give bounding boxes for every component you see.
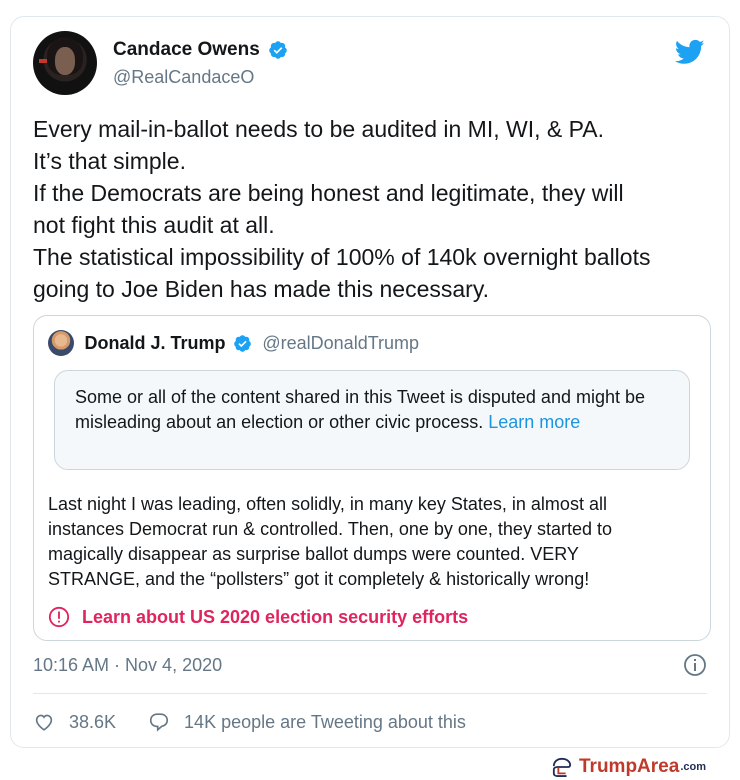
author-avatar[interactable] (33, 31, 97, 95)
conversation-count[interactable]: 14K people are Tweeting about this (184, 712, 466, 733)
quoted-tweet-line: instances Democrat run & controlled. The… (48, 519, 612, 539)
quoted-author-handle: @realDonaldTrump (262, 332, 420, 353)
reply-bubble-icon[interactable] (148, 711, 170, 733)
tweet-body: Every mail-in-ballot needs to be audited… (33, 113, 713, 305)
tweet-card: Candace Owens @RealCandaceO Every mail-i… (10, 16, 730, 748)
quoted-author-avatar (48, 330, 74, 356)
disputed-content-notice: Some or all of the content shared in thi… (54, 370, 690, 470)
tweet-actions: 38.6K 14K people are Tweeting about this (33, 707, 466, 737)
tweet-header: Candace Owens @RealCandaceO (33, 31, 707, 101)
verified-badge-icon (234, 334, 251, 352)
quoted-tweet-header: Donald J. Trump @realDonaldTrump (48, 330, 419, 358)
quoted-tweet-line: STRANGE, and the “pollsters” got it comp… (48, 569, 590, 589)
election-security-label[interactable]: Learn about US 2020 election security ef… (82, 607, 468, 628)
author-name-block[interactable]: Candace Owens @RealCandaceO (113, 39, 288, 88)
watermark-tld: .com (680, 761, 706, 773)
tweet-timestamp[interactable]: 10:16 AM · Nov 4, 2020 (33, 655, 222, 676)
tweet-line: If the Democrats are being honest and le… (33, 180, 624, 206)
quoted-tweet-body: Last night I was leading, often solidly,… (48, 492, 698, 592)
heart-icon[interactable] (33, 711, 55, 733)
site-watermark: TrumpArea .com (551, 756, 706, 778)
learn-more-link[interactable]: Learn more (488, 412, 580, 432)
verified-badge-icon (269, 41, 287, 59)
quoted-tweet[interactable]: Donald J. Trump @realDonaldTrump Some or… (33, 315, 711, 641)
tweet-line: Every mail-in-ballot needs to be audited… (33, 116, 604, 142)
author-handle[interactable]: @RealCandaceO (113, 67, 288, 88)
tweet-line: going to Joe Biden has made this necessa… (33, 276, 490, 302)
tweet-line: It’s that simple. (33, 148, 186, 174)
tweet-line: The statistical impossibility of 100% of… (33, 244, 651, 270)
quoted-author-display-name: Donald J. Trump (84, 332, 226, 353)
quoted-tweet-line: Last night I was leading, often solidly,… (48, 494, 607, 514)
like-count[interactable]: 38.6K (69, 712, 116, 733)
author-display-name[interactable]: Candace Owens (113, 39, 260, 61)
tweet-line: not fight this audit at all. (33, 212, 275, 238)
alert-circle-icon (48, 606, 70, 628)
election-security-link[interactable]: Learn about US 2020 election security ef… (48, 604, 468, 630)
info-icon[interactable] (683, 653, 707, 677)
twitter-bird-icon[interactable] (673, 37, 707, 67)
watermark-main: TrumpArea (579, 756, 680, 777)
action-divider (33, 693, 707, 694)
trump-hair-logo-icon (552, 757, 572, 777)
quoted-tweet-line: magically disappear as surprise ballot d… (48, 544, 579, 564)
